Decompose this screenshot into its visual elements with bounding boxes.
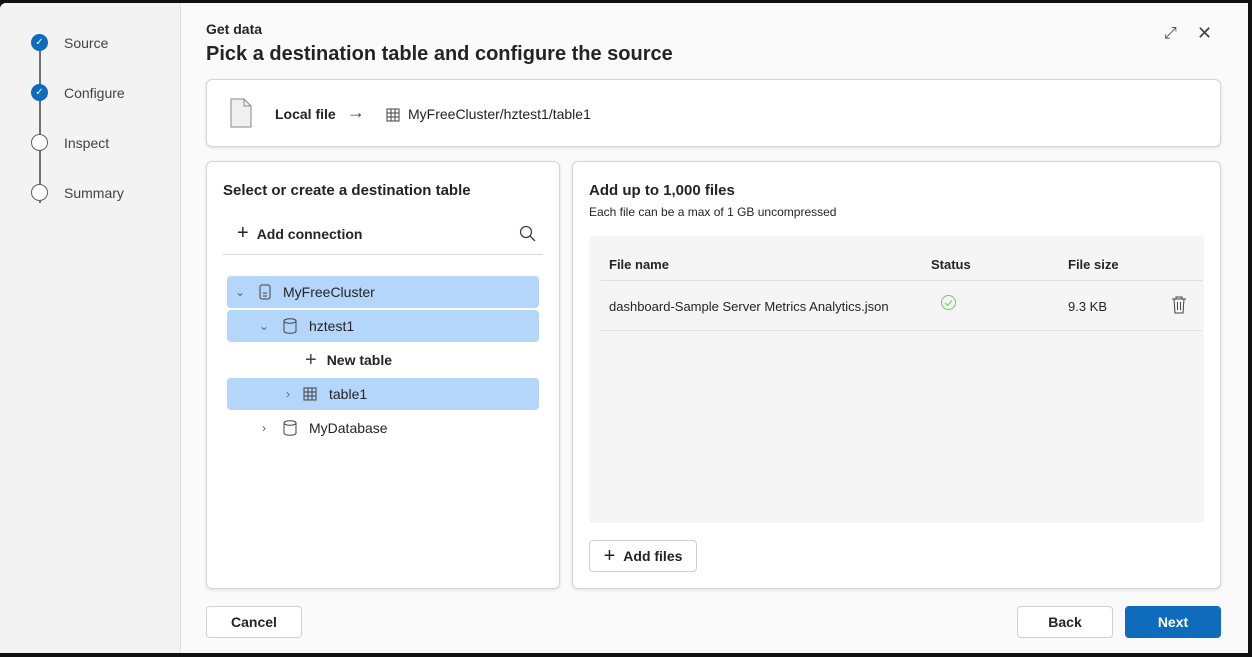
arrow-right-icon: →	[347, 102, 365, 122]
tree-item-myfreecluster[interactable]: ⌄ MyFreeCluster	[227, 276, 539, 308]
step-source: ✓ Source	[31, 34, 108, 51]
step-summary: Summary	[31, 184, 124, 201]
tree-item-label: New table	[326, 352, 393, 368]
destination-path: MyFreeCluster/hztest1/table1	[408, 106, 591, 122]
back-button[interactable]: Back	[1017, 606, 1113, 638]
add-files-label: Add files	[623, 548, 683, 564]
step-configure: ✓ Configure	[31, 84, 125, 101]
table-header: File name Status File size	[601, 248, 1202, 281]
files-table: File name Status File size dashboard-Sam…	[589, 236, 1204, 523]
tree-item-table1[interactable]: › table1	[227, 378, 539, 410]
tree-item-label: hztest1	[309, 318, 355, 334]
source-label: Local file	[275, 106, 336, 122]
chevron-down-icon[interactable]: ⌄	[233, 285, 247, 299]
chevron-down-icon[interactable]: ⌄	[257, 319, 271, 333]
circle-icon	[31, 134, 48, 151]
check-icon: ✓	[31, 84, 48, 101]
close-icon[interactable]: ✕	[1197, 23, 1212, 44]
divider	[223, 254, 543, 255]
expand-icon[interactable]: ⤢	[1164, 25, 1177, 43]
panel-title: Add up to 1,000 files	[589, 182, 735, 199]
database-icon	[283, 420, 297, 436]
get-data-dialog: ✓ Source ✓ Configure Inspect Summary Get d…	[0, 3, 1248, 653]
panel-title: Select or create a destination table	[223, 182, 471, 199]
add-connection-button[interactable]: + Add connection	[237, 222, 362, 245]
step-label: Source	[64, 34, 109, 51]
success-check-icon	[941, 295, 956, 310]
new-table-button[interactable]: + New table	[227, 344, 539, 376]
step-label: Inspect	[64, 134, 110, 151]
tree-item-mydatabase[interactable]: › MyDatabase	[227, 412, 539, 444]
plus-icon: +	[237, 222, 249, 244]
panel-subtitle: Each file can be a max of 1 GB uncompres…	[589, 205, 837, 219]
source-destination-bar: Local file → MyFreeCluster/hztest1/table…	[206, 79, 1221, 147]
cluster-icon	[259, 284, 271, 300]
step-label: Summary	[64, 184, 124, 201]
tree-item-label: table1	[329, 386, 368, 402]
column-header-status: Status	[931, 257, 971, 272]
column-header-file-name: File name	[609, 257, 669, 272]
step-inspect: Inspect	[31, 134, 109, 151]
plus-icon: +	[305, 348, 317, 371]
next-button[interactable]: Next	[1125, 606, 1221, 638]
search-icon[interactable]	[519, 225, 536, 242]
destination-table-panel: Select or create a destination table + Ad…	[206, 161, 560, 589]
steps-connector	[39, 51, 41, 203]
tree-item-label: MyDatabase	[309, 420, 388, 436]
file-size: 9.3 KB	[1068, 299, 1108, 314]
add-files-button[interactable]: + Add files	[589, 540, 697, 572]
plus-icon: +	[603, 544, 616, 567]
chevron-right-icon[interactable]: ›	[257, 421, 271, 435]
wizard-steps: ✓ Source ✓ Configure Inspect Summary	[0, 3, 181, 653]
page-title: Pick a destination table and configure t…	[206, 43, 673, 65]
file-name: dashboard-Sample Server Metrics Analytic…	[609, 299, 889, 314]
tree-item-hztest1[interactable]: ⌄ hztest1	[227, 310, 539, 342]
table-icon	[386, 108, 400, 122]
step-label: Configure	[64, 84, 125, 101]
file-icon	[230, 98, 252, 128]
check-icon: ✓	[31, 34, 48, 51]
database-icon	[283, 318, 297, 334]
dialog-subtitle: Get data	[206, 21, 263, 37]
circle-icon	[31, 184, 48, 201]
add-connection-label: Add connection	[256, 225, 363, 242]
files-panel: Add up to 1,000 files Each file can be a…	[572, 161, 1221, 589]
chevron-right-icon[interactable]: ›	[281, 387, 295, 401]
delete-icon[interactable]	[1171, 296, 1187, 314]
column-header-file-size: File size	[1068, 257, 1119, 272]
tree-item-label: MyFreeCluster	[283, 284, 375, 300]
cancel-button[interactable]: Cancel	[206, 606, 302, 638]
table-row: dashboard-Sample Server Metrics Analytic…	[601, 281, 1202, 331]
table-icon	[303, 387, 317, 401]
